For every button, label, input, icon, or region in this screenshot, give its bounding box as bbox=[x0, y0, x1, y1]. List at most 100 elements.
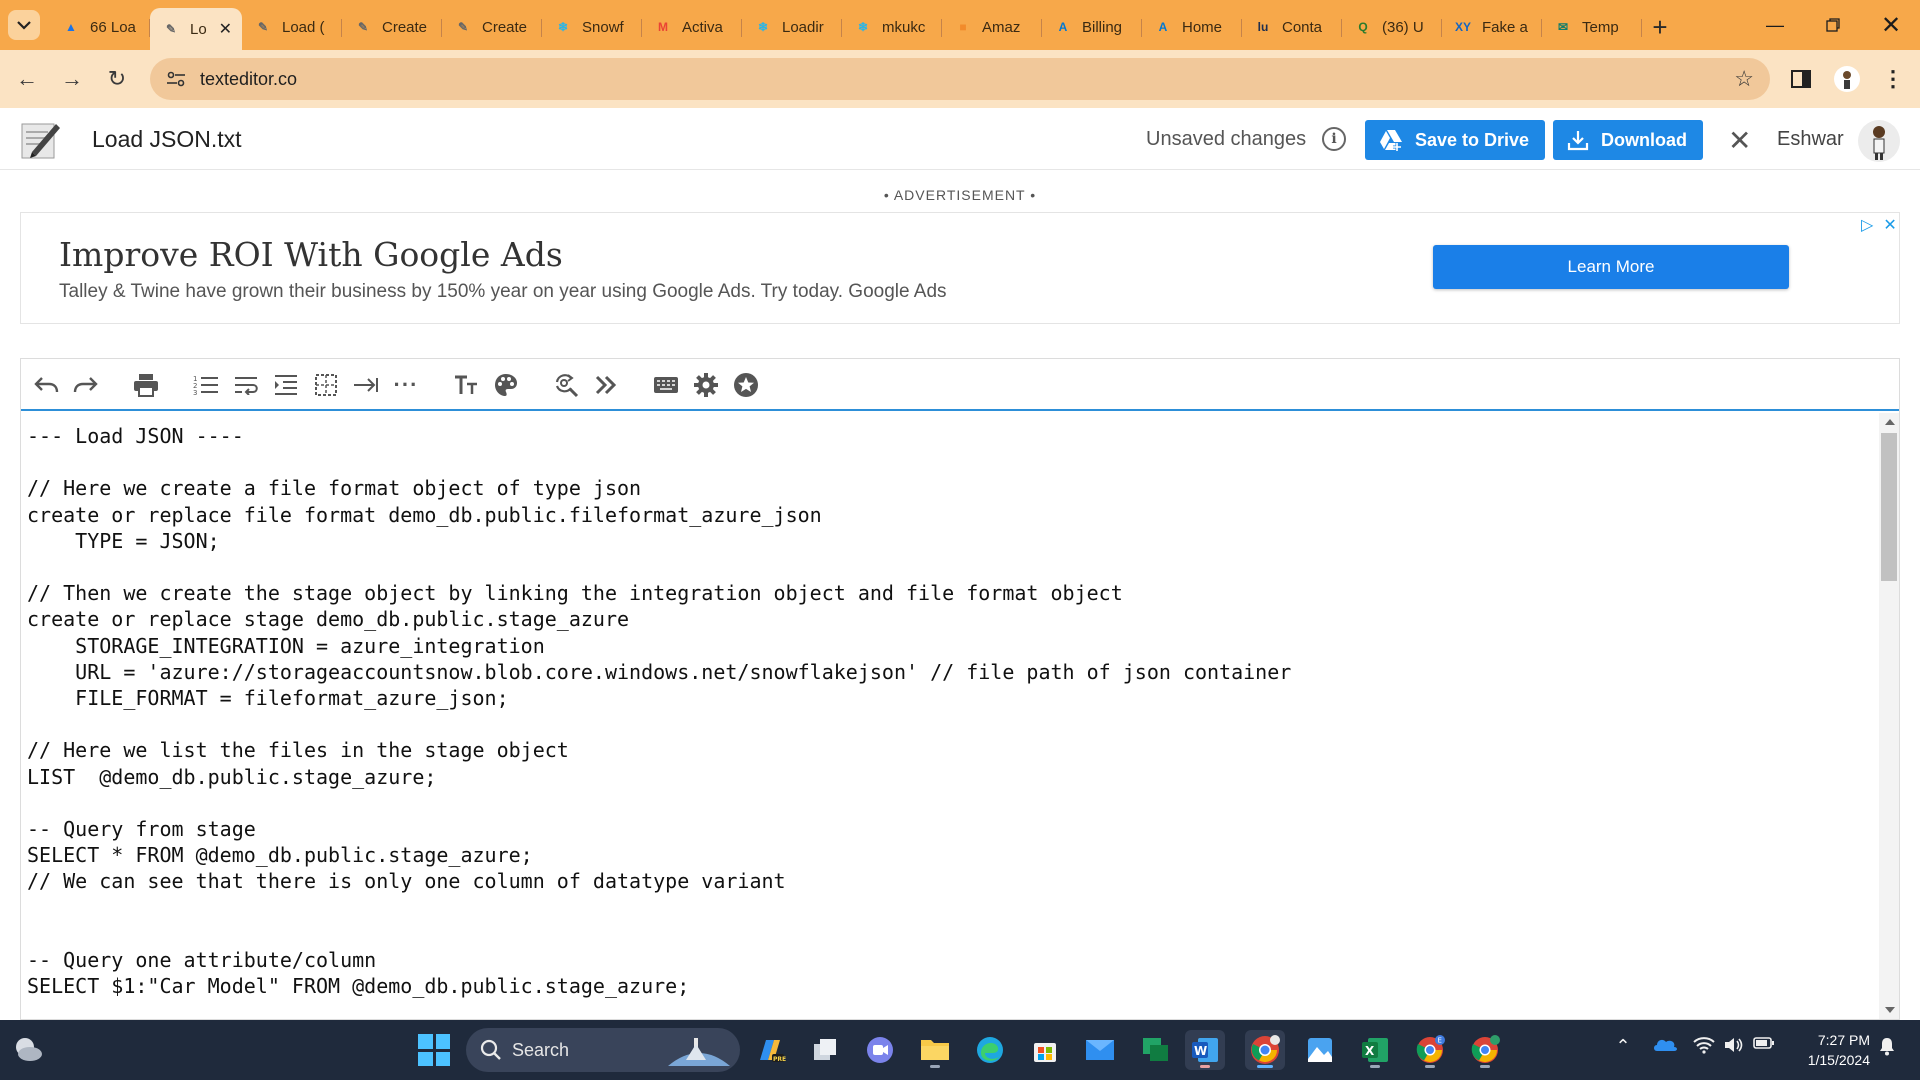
ad-choices-icon[interactable]: ▷ bbox=[1861, 215, 1873, 235]
restore-button[interactable] bbox=[1804, 0, 1862, 50]
taskbar-edge[interactable] bbox=[970, 1030, 1010, 1070]
url-text[interactable]: texteditor.co bbox=[200, 69, 297, 90]
close-document-button[interactable]: ✕ bbox=[1728, 124, 1751, 157]
browser-tab[interactable]: ❄ mkukc bbox=[842, 10, 942, 44]
indent-button[interactable] bbox=[271, 371, 301, 399]
code-line[interactable]: --- Load JSON ---- bbox=[27, 423, 244, 449]
ad-body[interactable]: Talley & Twine have grown their business… bbox=[59, 281, 947, 303]
scroll-down-arrow-icon[interactable] bbox=[1885, 1007, 1895, 1013]
browser-tab[interactable]: ❄ Snowf bbox=[542, 10, 642, 44]
browser-tab[interactable]: ✎ Lo ✕ bbox=[150, 8, 242, 50]
reload-button[interactable]: ↻ bbox=[100, 62, 134, 96]
ad-choices[interactable]: ▷ ✕ bbox=[1861, 215, 1897, 235]
advertisement-banner[interactable]: Improve ROI With Google Ads Talley & Twi… bbox=[20, 212, 1900, 324]
scroll-up-arrow-icon[interactable] bbox=[1885, 419, 1895, 425]
user-avatar[interactable] bbox=[1858, 120, 1900, 162]
code-text-area[interactable]: --- Load JSON ---- // Here we create a fi… bbox=[21, 413, 1877, 1019]
taskbar-teams[interactable] bbox=[860, 1030, 900, 1070]
taskbar-photos[interactable] bbox=[1300, 1030, 1340, 1070]
ad-close-icon[interactable]: ✕ bbox=[1883, 215, 1896, 235]
download-button[interactable]: Download bbox=[1553, 120, 1703, 160]
code-line[interactable]: SELECT $1:"Car Model" FROM @demo_db.publ… bbox=[27, 973, 689, 999]
site-info-icon[interactable] bbox=[164, 67, 188, 91]
code-line[interactable]: // We can see that there is only one col… bbox=[27, 868, 786, 894]
browser-tab[interactable]: ✎ Load ( bbox=[242, 10, 342, 44]
more-options-button[interactable]: ··· bbox=[391, 371, 421, 399]
code-line[interactable]: LIST @demo_db.public.stage_azure; bbox=[27, 764, 436, 790]
browser-tab[interactable]: lu Conta bbox=[1242, 10, 1342, 44]
tab-key-button[interactable] bbox=[351, 371, 381, 399]
browser-tab[interactable]: A Billing bbox=[1042, 10, 1142, 44]
vertical-scrollbar[interactable] bbox=[1879, 413, 1899, 1019]
goto-button[interactable] bbox=[591, 371, 621, 399]
onedrive-icon[interactable] bbox=[1652, 1036, 1678, 1052]
forward-button[interactable]: → bbox=[55, 62, 89, 96]
taskbar-clock[interactable]: 7:27 PM 1/15/2024 bbox=[1774, 1030, 1870, 1070]
code-line[interactable]: // Here we create a file format object o… bbox=[27, 475, 641, 501]
code-line[interactable]: -- Query one attribute/column bbox=[27, 947, 376, 973]
code-line[interactable]: STORAGE_INTEGRATION = azure_integration bbox=[27, 633, 545, 659]
learn-more-button[interactable]: Learn More bbox=[1433, 245, 1789, 289]
back-button[interactable]: ← bbox=[10, 62, 44, 96]
font-size-button[interactable] bbox=[451, 371, 481, 399]
close-tab-icon[interactable]: ✕ bbox=[219, 19, 232, 39]
document-title[interactable]: Load JSON.txt bbox=[92, 126, 242, 153]
code-line[interactable]: URL = 'azure://storageaccountsnow.blob.c… bbox=[27, 659, 1291, 685]
browser-tab[interactable]: ❄ Loadir bbox=[742, 10, 842, 44]
profile-button[interactable] bbox=[1832, 64, 1862, 94]
code-line[interactable]: SELECT * FROM @demo_db.public.stage_azur… bbox=[27, 842, 533, 868]
taskbar-store[interactable] bbox=[1025, 1030, 1065, 1070]
ad-headline[interactable]: Improve ROI With Google Ads bbox=[59, 235, 563, 274]
save-to-drive-button[interactable]: Save to Drive bbox=[1365, 120, 1546, 160]
taskbar-chrome-active[interactable] bbox=[1245, 1030, 1285, 1070]
scrollbar-thumb[interactable] bbox=[1881, 433, 1897, 581]
new-tab-button[interactable]: + bbox=[1642, 10, 1678, 44]
code-line[interactable]: TYPE = JSON; bbox=[27, 528, 220, 554]
browser-tab[interactable]: A Home bbox=[1142, 10, 1242, 44]
browser-tab[interactable]: ✎ Create bbox=[442, 10, 542, 44]
taskbar-copilot[interactable]: PRE bbox=[750, 1030, 790, 1070]
browser-tab[interactable]: ■ Amaz bbox=[942, 10, 1042, 44]
browser-tab[interactable]: Q (36) U bbox=[1342, 10, 1442, 44]
code-line[interactable]: create or replace file format demo_db.pu… bbox=[27, 502, 822, 528]
taskbar-chat[interactable] bbox=[1135, 1030, 1175, 1070]
taskbar-word[interactable]: W bbox=[1185, 1030, 1225, 1070]
info-icon[interactable]: i bbox=[1322, 127, 1346, 151]
taskbar-chrome-profile-2[interactable] bbox=[1465, 1030, 1505, 1070]
address-bar[interactable]: texteditor.co ☆ bbox=[150, 58, 1770, 100]
favorite-button[interactable] bbox=[731, 371, 761, 399]
select-all-button[interactable] bbox=[311, 371, 341, 399]
undo-button[interactable] bbox=[31, 371, 61, 399]
code-line[interactable]: // Then we create the stage object by li… bbox=[27, 580, 1123, 606]
settings-button[interactable] bbox=[691, 371, 721, 399]
browser-menu-button[interactable]: ⋮ bbox=[1878, 64, 1908, 94]
browser-tab[interactable]: ✉ Temp bbox=[1542, 10, 1642, 44]
theme-button[interactable] bbox=[491, 371, 521, 399]
bookmark-star-icon[interactable]: ☆ bbox=[1734, 66, 1754, 92]
taskbar-mail[interactable] bbox=[1080, 1030, 1120, 1070]
taskbar-excel[interactable]: X bbox=[1355, 1030, 1395, 1070]
browser-tab[interactable]: XY Fake a bbox=[1442, 10, 1542, 44]
username[interactable]: Eshwar bbox=[1777, 128, 1844, 151]
line-numbers-button[interactable]: 123 bbox=[191, 371, 221, 399]
keyboard-shortcuts-button[interactable] bbox=[651, 371, 681, 399]
minimize-button[interactable]: — bbox=[1746, 0, 1804, 50]
weather-widget-icon[interactable] bbox=[12, 1034, 44, 1066]
taskbar-search[interactable]: Search bbox=[466, 1028, 740, 1072]
taskbar-task-view[interactable] bbox=[805, 1030, 845, 1070]
browser-tab[interactable]: ▲ 66 Loa bbox=[50, 10, 150, 44]
notification-button[interactable] bbox=[1876, 1036, 1898, 1056]
code-line[interactable]: FILE_FORMAT = fileformat_azure_json; bbox=[27, 685, 508, 711]
wifi-icon[interactable] bbox=[1692, 1036, 1716, 1054]
start-button[interactable] bbox=[418, 1034, 450, 1066]
close-window-button[interactable]: ✕ bbox=[1862, 0, 1920, 50]
find-replace-button[interactable] bbox=[551, 371, 581, 399]
taskbar-chrome-profile-e[interactable]: E bbox=[1410, 1030, 1450, 1070]
volume-icon[interactable] bbox=[1722, 1036, 1746, 1054]
show-hidden-icons-button[interactable]: ⌃ bbox=[1612, 1036, 1634, 1057]
code-line[interactable]: create or replace stage demo_db.public.s… bbox=[27, 606, 629, 632]
tab-search-button[interactable] bbox=[8, 10, 40, 40]
taskbar-file-explorer[interactable] bbox=[915, 1030, 955, 1070]
redo-button[interactable] bbox=[71, 371, 101, 399]
word-wrap-button[interactable] bbox=[231, 371, 261, 399]
